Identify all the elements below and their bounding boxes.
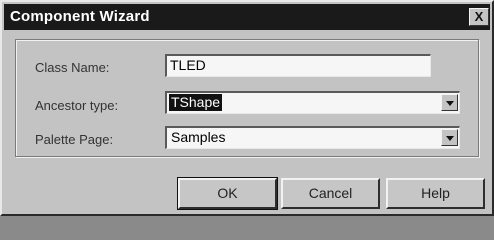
class-name-label: Class Name:	[35, 60, 110, 75]
ancestor-type-select[interactable]: TShape	[165, 91, 460, 114]
help-button[interactable]: Help	[386, 178, 485, 209]
ancestor-type-label: Ancestor type:	[35, 98, 119, 113]
palette-page-label: Palette Page:	[35, 132, 114, 147]
class-name-input[interactable]: TLED	[165, 54, 431, 77]
palette-page-select[interactable]: Samples	[165, 126, 460, 149]
chevron-down-icon[interactable]	[441, 94, 458, 111]
palette-page-value: Samples	[171, 129, 226, 145]
ok-button[interactable]: OK	[177, 177, 278, 210]
cancel-button[interactable]: Cancel	[281, 178, 380, 209]
ancestor-type-value: TShape	[169, 94, 223, 111]
chevron-down-icon[interactable]	[441, 129, 458, 146]
component-wizard-dialog: Component Wizard X Class Name: TLED Ance…	[0, 0, 494, 216]
close-icon[interactable]: X	[469, 8, 489, 26]
title-bar[interactable]: Component Wizard X	[4, 4, 490, 30]
dialog-title: Component Wizard	[10, 8, 150, 25]
